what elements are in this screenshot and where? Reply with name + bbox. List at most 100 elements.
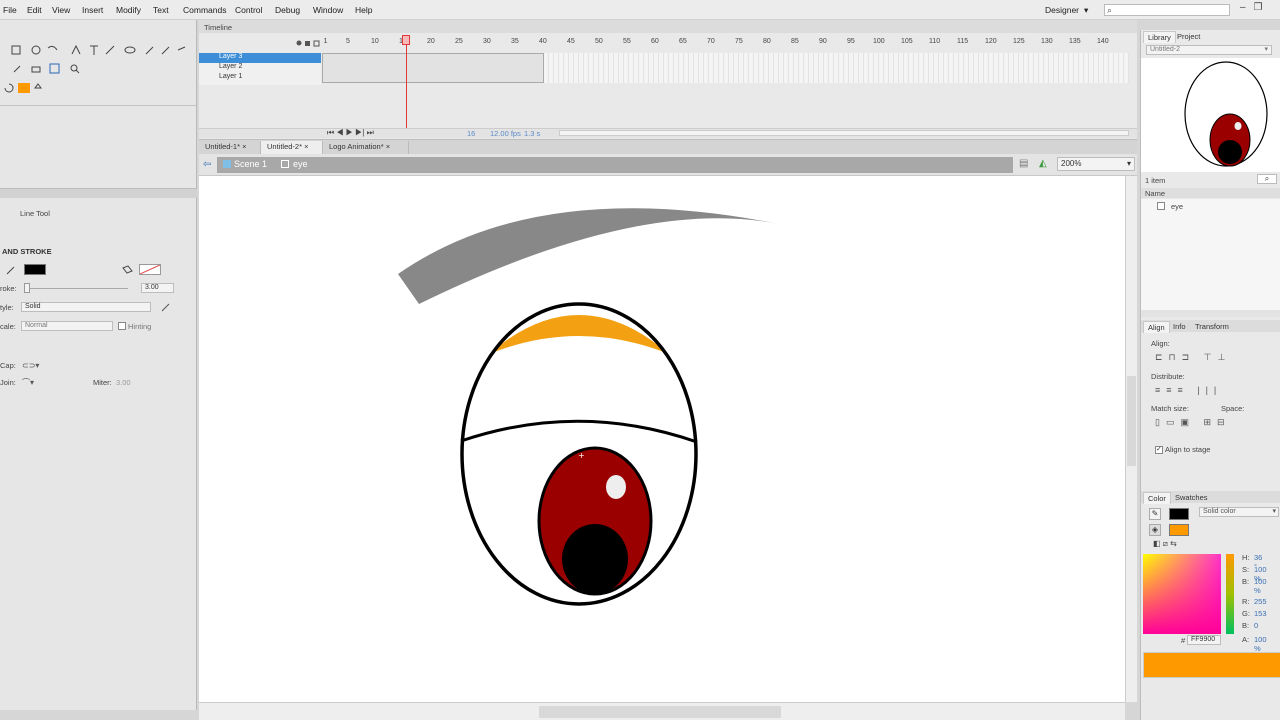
stroke-slider[interactable] [26,288,128,289]
cap-select[interactable]: ⊂⊃▾ [22,361,46,370]
stroke-input[interactable]: 3.00 [141,283,174,293]
menu-help[interactable]: Help [355,5,372,15]
style-select[interactable]: Solid [21,302,151,312]
frame-number: 1 [323,38,328,45]
bl-label: B: [1242,621,1250,630]
library-column-name[interactable]: Name [1145,189,1165,198]
frame-number: 30 [483,38,491,45]
frame-number: 110 [929,38,941,45]
tools-icons[interactable] [0,42,197,122]
frame-number: 125 [1013,38,1025,45]
layer-toggle-icons[interactable] [295,38,323,48]
color-mini-icons[interactable]: ◧ ⧄ ⇆ [1153,539,1177,549]
b-value[interactable]: 100 % [1254,577,1267,595]
stroke-color-swatch[interactable] [24,264,46,275]
symbol-link[interactable]: eye [293,159,308,169]
fill-none-swatch[interactable] [139,264,161,275]
zoom-select[interactable]: 200% ▾ [1057,157,1135,171]
scale-select[interactable]: Normal [21,321,113,331]
hue-slider[interactable] [1226,554,1234,634]
tab-project[interactable]: Project [1173,31,1204,42]
tab-library[interactable]: Library [1143,31,1176,43]
menu-modify[interactable]: Modify [116,5,141,15]
workspace-switcher[interactable]: Designer [1045,5,1079,15]
style-label: tyle: [0,303,14,312]
stroke-pencil-icon[interactable]: ✎ [1149,508,1161,520]
match-size-label: Match size: [1151,404,1189,413]
r-value[interactable]: 255 [1254,597,1267,606]
library-item-count: 1 item [1145,176,1166,185]
tab-logo-animation[interactable]: Logo Animation* × [323,141,409,154]
timeline-hscroll[interactable] [559,130,1129,136]
hinting-checkbox[interactable] [118,322,126,330]
library-document-select[interactable]: Untitled-2 ▾ [1146,45,1272,55]
playhead[interactable] [406,35,407,130]
menu-control[interactable]: Control [235,5,262,15]
frame-span[interactable] [322,53,544,83]
color-stroke-swatch[interactable] [1169,508,1189,520]
tab-untitled-1[interactable]: Untitled-1* × [199,141,261,154]
a-value[interactable]: 100 % [1254,635,1267,653]
fps[interactable]: 12.00 fps [490,129,521,138]
menu-insert[interactable]: Insert [82,5,103,15]
menu-text[interactable]: Text [153,5,169,15]
color-type-select[interactable]: Solid color ▾ [1199,507,1279,517]
registration-icon: + [578,451,585,460]
library-search-icon[interactable]: ⌕ [1257,174,1277,184]
edit-scene-icon[interactable]: ▤ [1019,158,1028,169]
menu-debug[interactable]: Debug [275,5,300,15]
tab-color[interactable]: Color [1143,492,1171,504]
workspace-chevron-icon[interactable]: ▾ [1084,5,1088,16]
search-input[interactable]: ⌕ [1104,4,1230,16]
edit-symbol-icon[interactable]: ◭ [1039,158,1047,169]
align-buttons[interactable]: ⊏⊓⊐ ⊤⊥ [1155,352,1231,363]
layer-name: Layer 1 [219,73,243,80]
tab-info[interactable]: Info [1169,321,1190,332]
playhead-handle[interactable] [402,35,410,45]
menu-view[interactable]: View [52,5,70,15]
frame-number: 90 [819,38,827,45]
menu-window[interactable]: Window [313,5,343,15]
miter-value[interactable]: 3.00 [116,378,131,387]
eye-drawing[interactable]: + [199,176,1125,702]
tab-untitled-2[interactable]: Untitled-2* × [261,141,323,154]
layer-row-1[interactable]: Layer 1 [199,73,321,83]
tab-align[interactable]: Align [1143,321,1170,333]
timeline-panel: Timeline 1510152025303540455055606570758… [199,20,1137,140]
color-fill-swatch[interactable] [1169,524,1189,536]
menu-file[interactable]: File [3,5,17,15]
timeline-title[interactable]: Timeline [204,23,232,32]
menu-commands[interactable]: Commands [183,5,226,15]
join-select[interactable]: ⌒▾ [22,377,46,387]
g-value[interactable]: 153 [1254,609,1267,618]
library-item[interactable]: eye [1171,202,1183,211]
layer-row-3[interactable]: Layer 3 [199,53,321,63]
back-arrow-icon[interactable]: ⇦ [203,159,211,170]
align-to-stage-checkbox[interactable]: ✓ [1155,446,1163,454]
fill-bucket-icon[interactable]: ◈ [1149,524,1161,536]
frame-number: 80 [763,38,771,45]
stroke-slider-handle[interactable] [24,283,30,293]
distribute-buttons[interactable]: ≡≡≡ ||| [1155,385,1222,395]
frame-number: 55 [623,38,631,45]
bucket-icon[interactable] [120,264,134,276]
layer-row-2[interactable]: Layer 2 [199,63,321,73]
color-picker-field[interactable] [1143,554,1221,634]
empty-frames[interactable] [544,53,1129,83]
stage-vscroll[interactable] [1125,176,1137,702]
hex-input[interactable]: FF9900 [1187,635,1221,645]
frame-number: 25 [455,38,463,45]
frame-number: 10 [371,38,379,45]
bl-value[interactable]: 0 [1254,621,1258,630]
playback-controls[interactable]: ⏮ ◀ ▶ ▶| ⏭ [327,128,374,138]
stage-hscroll[interactable] [199,702,1125,720]
stage[interactable]: + [199,176,1125,702]
window-controls[interactable]: –❐ [1240,2,1271,13]
menu-edit[interactable]: Edit [27,5,42,15]
tab-swatches[interactable]: Swatches [1171,492,1212,503]
scene-link[interactable]: Scene 1 [234,159,267,169]
match-size-buttons[interactable]: ▯▭▣ ⊞⊟ [1155,417,1231,428]
edit-style-icon[interactable] [160,301,172,313]
pencil-icon[interactable] [4,264,20,276]
tab-transform[interactable]: Transform [1191,321,1233,332]
